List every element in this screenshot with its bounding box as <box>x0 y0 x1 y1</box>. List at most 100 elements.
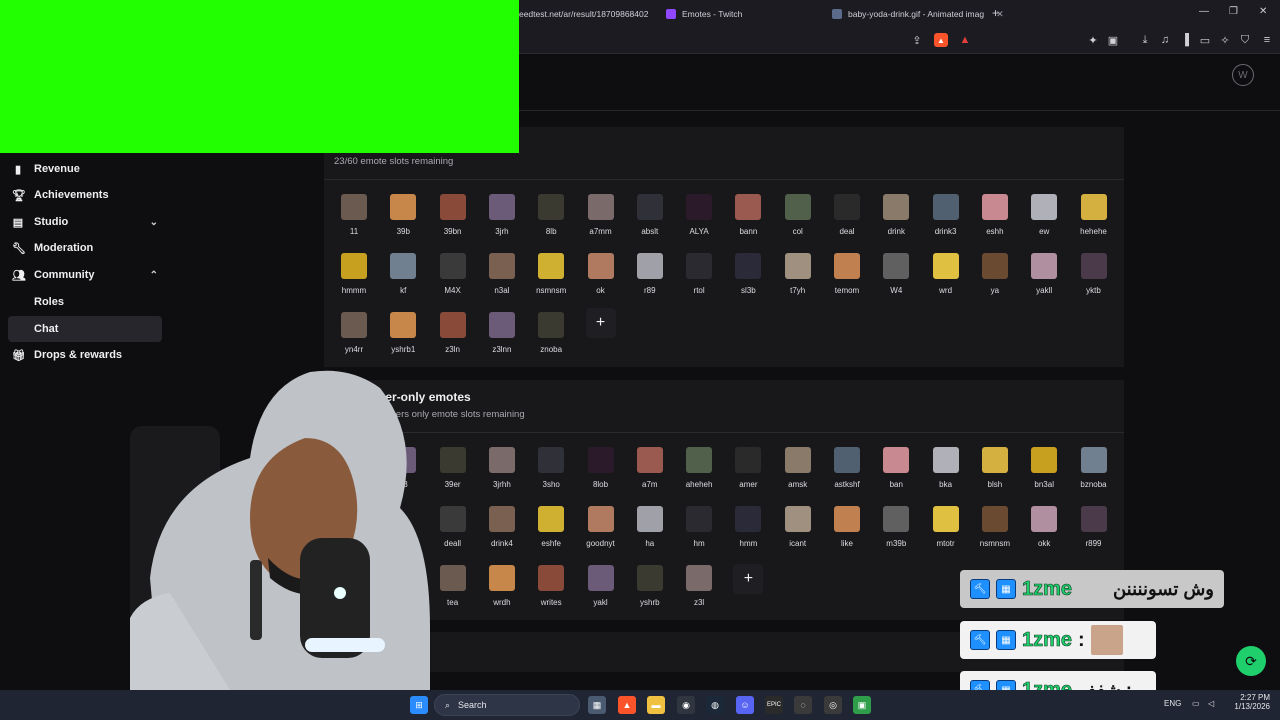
app-icon[interactable]: ▣ <box>853 696 871 714</box>
discord-icon[interactable]: ☺ <box>736 696 754 714</box>
tabs-icon[interactable]: ▭ <box>1198 33 1212 47</box>
share-icon[interactable]: ⇪ <box>910 33 924 47</box>
network-icon[interactable]: ▭ <box>1192 699 1200 708</box>
emote-tile[interactable]: col <box>773 194 823 250</box>
emote-tile[interactable]: ha <box>625 506 675 562</box>
emote-tile[interactable]: deal <box>822 194 872 250</box>
emote-tile[interactable]: 39b <box>378 194 428 250</box>
sidebar-item-roles[interactable]: Roles <box>0 289 172 315</box>
emote-tile[interactable]: nsmnsm <box>526 253 576 309</box>
emote-tile[interactable]: m39b <box>871 506 921 562</box>
language-indicator[interactable]: ENG <box>1164 699 1181 708</box>
obs-icon[interactable]: ◉ <box>677 696 695 714</box>
wallet-icon[interactable]: ▣ <box>1106 33 1120 47</box>
file-explorer-icon[interactable]: ▬ <box>647 696 665 714</box>
emote-tile[interactable]: 8lob <box>576 447 626 503</box>
tab-baby-yoda[interactable]: baby-yoda-drink.gif - Animated imag ✕ <box>832 4 1004 24</box>
emote-tile[interactable]: bka <box>921 447 971 503</box>
emote-tile[interactable]: kf <box>378 253 428 309</box>
emote-tile[interactable]: eshfe <box>526 506 576 562</box>
emote-tile[interactable]: writes <box>526 565 576 621</box>
app-icon[interactable]: ◎ <box>824 696 842 714</box>
emote-tile[interactable]: drink3 <box>921 194 971 250</box>
new-tab-button[interactable]: + <box>992 6 999 20</box>
emote-tile[interactable]: t7yh <box>773 253 823 309</box>
sidebar-icon[interactable]: ▐ <box>1178 33 1192 47</box>
download-icon[interactable]: ⤓ <box>1138 33 1152 47</box>
emote-tile[interactable]: 39bn <box>428 194 478 250</box>
help-button[interactable]: ⟳ <box>1236 646 1266 676</box>
emote-tile[interactable]: a7m <box>625 447 675 503</box>
emote-tile[interactable]: ok <box>576 253 626 309</box>
tab-twitch-emotes[interactable]: Emotes - Twitch <box>666 4 742 24</box>
emote-tile[interactable]: z3l <box>674 565 724 621</box>
emote-tile[interactable]: eshh <box>970 194 1020 250</box>
emote-tile[interactable]: mtotr <box>921 506 971 562</box>
minimize-button[interactable]: — <box>1199 6 1209 17</box>
media-icon[interactable]: ♫ <box>1158 33 1172 47</box>
emote-tile[interactable]: W4 <box>871 253 921 309</box>
emote-tile[interactable]: M4X <box>428 253 478 309</box>
emote-tile[interactable]: goodnyt <box>576 506 626 562</box>
maximize-button[interactable]: ❐ <box>1229 6 1238 17</box>
task-view-icon[interactable]: ▦ <box>588 696 606 714</box>
emote-tile[interactable]: ALYA <box>674 194 724 250</box>
clock[interactable]: 2:27 PM 1/13/2026 <box>1228 693 1270 711</box>
emote-tile[interactable]: yn4rr <box>329 312 379 368</box>
emote-tile[interactable]: hehehe <box>1069 194 1119 250</box>
emote-tile[interactable]: hmmm <box>329 253 379 309</box>
emote-tile[interactable]: z3ln <box>428 312 478 368</box>
emote-tile[interactable]: ban <box>871 447 921 503</box>
emote-tile[interactable]: bznoba <box>1069 447 1119 503</box>
emote-tile[interactable]: hmm <box>723 506 773 562</box>
emote-tile[interactable]: bn3al <box>1019 447 1069 503</box>
emote-tile[interactable]: abslt <box>625 194 675 250</box>
taskbar-search[interactable]: ⌕ Search <box>434 694 580 716</box>
sidebar-item-revenue[interactable]: ▮ Revenue <box>0 156 172 182</box>
emote-tile[interactable]: z3lnn <box>477 312 527 368</box>
emote-tile[interactable]: yshrb1 <box>378 312 428 368</box>
close-window-button[interactable]: ✕ <box>1259 6 1267 17</box>
emote-tile[interactable]: blsh <box>970 447 1020 503</box>
extensions-icon[interactable]: ✦ <box>1086 33 1100 47</box>
avatar[interactable]: W <box>1232 64 1254 86</box>
emote-tile[interactable]: aheheh <box>674 447 724 503</box>
emote-tile[interactable]: amsk <box>773 447 823 503</box>
add-emote-button[interactable]: + <box>733 564 764 594</box>
windows-start-icon[interactable]: ⊞ <box>410 696 428 714</box>
emote-tile[interactable]: drink <box>871 194 921 250</box>
emote-tile[interactable]: astkshf <box>822 447 872 503</box>
emote-tile[interactable]: icant <box>773 506 823 562</box>
sidebar-item-moderation[interactable]: 🔧︎ Moderation <box>0 235 172 261</box>
emote-tile[interactable]: sl3b <box>723 253 773 309</box>
emote-tile[interactable]: 3jrhh <box>477 447 527 503</box>
tab-speedtest[interactable]: speedtest.net/ar/result/18709868402 <box>510 4 648 24</box>
app-icon[interactable]: ◌ <box>794 696 812 714</box>
emote-tile[interactable]: r899 <box>1069 506 1119 562</box>
emote-tile[interactable]: okk <box>1019 506 1069 562</box>
sidebar-item-chat[interactable]: Chat <box>8 316 162 342</box>
emote-tile[interactable]: bann <box>723 194 773 250</box>
emote-tile[interactable]: 3jrh <box>477 194 527 250</box>
emote-tile[interactable]: like <box>822 506 872 562</box>
emote-tile[interactable]: znoba <box>526 312 576 368</box>
emote-tile[interactable]: rtol <box>674 253 724 309</box>
volume-icon[interactable]: ◁ <box>1208 699 1214 708</box>
leo-ai-icon[interactable]: ✧ <box>1218 33 1232 47</box>
emote-tile[interactable]: a7mm <box>576 194 626 250</box>
emote-tile[interactable]: yakll <box>1019 253 1069 309</box>
emote-tile[interactable]: r89 <box>625 253 675 309</box>
emote-tile[interactable]: ya <box>970 253 1020 309</box>
sidebar-item-drops-rewards[interactable]: 🎁︎ Drops & rewards <box>0 342 172 368</box>
emote-tile[interactable]: 8lb <box>526 194 576 250</box>
brave-browser-icon[interactable]: ▲ <box>618 696 636 714</box>
emote-tile[interactable]: temom <box>822 253 872 309</box>
emote-tile[interactable]: drink4 <box>477 506 527 562</box>
emote-tile[interactable]: nsmnsm <box>970 506 1020 562</box>
emote-tile[interactable]: 3sho <box>526 447 576 503</box>
epic-games-icon[interactable]: EPIC <box>765 696 783 714</box>
brave-shields-icon[interactable]: ▲ <box>934 33 948 47</box>
menu-icon[interactable]: ≡ <box>1260 33 1274 47</box>
steam-icon[interactable]: ◍ <box>706 696 724 714</box>
sidebar-item-achievements[interactable]: 🏆︎ Achievements <box>0 182 172 208</box>
